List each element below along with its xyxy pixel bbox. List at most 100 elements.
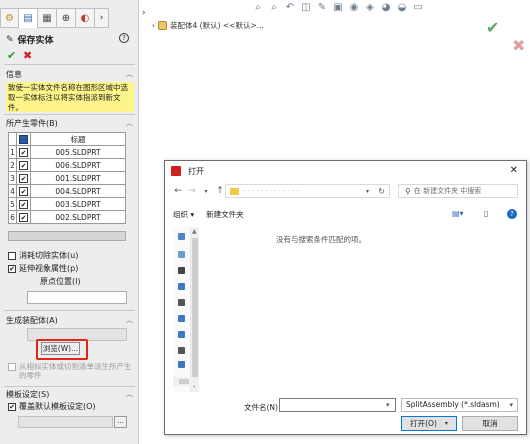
chevron-down-icon[interactable]: ▾ [199,188,213,195]
derive-checkbox [8,363,16,371]
dialog-cancel-button[interactable]: 取消 [462,416,518,431]
display-manager-icon[interactable]: ◐ [76,8,95,28]
pc-icon[interactable] [178,283,185,290]
propagate-option[interactable]: ✔ 延伸视象属性(p) [8,263,78,274]
template-path-field[interactable] [18,416,113,428]
configuration-manager-icon[interactable]: ▦ [38,8,57,28]
confirm-cancel-icon[interactable]: ✖ [512,36,525,55]
propagate-checkbox[interactable]: ✔ [8,264,16,273]
info-header-label: 信息 [6,69,22,79]
table-row[interactable]: 5 ✔ 003.SLDPRT [8,197,126,211]
search-input[interactable]: ⚲ 在 新建文件夹 中搜索 [398,184,518,198]
row-filename[interactable]: 001.SLDPRT [30,171,126,185]
scroll-thumb[interactable] [192,238,198,378]
origin-label: 原点位置(I) [40,277,81,286]
desktop-icon[interactable] [178,251,185,258]
chevron-down-icon[interactable]: ▾ [445,420,448,427]
row-filename[interactable]: 003.SLDPRT [30,197,126,211]
row-filename[interactable]: 006.SLDPRT [30,158,126,172]
template-section-header[interactable]: 模板设定(S) ︿ [6,388,133,400]
origin-field[interactable] [27,291,127,304]
monitor-icon[interactable]: ▭ [412,2,424,13]
drive-icon[interactable] [178,347,185,354]
previous-view-icon[interactable]: ↶ [284,2,296,13]
cancel-button[interactable]: ✖ [23,49,32,62]
override-template-checkbox[interactable]: ✔ [8,402,16,411]
row-checkbox[interactable]: ✔ [16,145,31,159]
info-section-header[interactable]: 信息 ︿ [6,68,133,80]
row-checkbox[interactable]: ✔ [16,158,31,172]
preview-pane-icon[interactable]: ▯ [484,209,488,218]
filename-dropdown-icon[interactable]: ▾ [386,401,390,409]
property-manager-icon[interactable]: ▤ [19,8,38,28]
new-folder-button[interactable]: 新建文件夹 [206,209,244,220]
row-checkbox[interactable]: ✔ [16,210,31,224]
table-row[interactable]: 6 ✔ 002.SLDPRT [8,210,126,224]
scroll-up-icon[interactable]: ▲ [192,228,197,235]
horizontal-scrollbar[interactable] [173,377,199,386]
address-bar[interactable]: · · · · · · · · · · · · · ▾ ↻ [225,184,390,198]
ok-button[interactable]: ✔ [7,49,16,62]
row-filename[interactable]: 005.SLDPRT [30,145,126,159]
consume-cut-option[interactable]: 消耗切除实体(u) [8,250,78,261]
row-checkbox[interactable]: ✔ [16,184,31,198]
bodies-section-header[interactable]: 所产生零件(B) ︿ [6,117,133,129]
browse-button[interactable]: 浏览(W)... [41,342,80,355]
close-icon[interactable]: ✕ [510,165,518,176]
back-icon[interactable]: ← [171,186,185,196]
drive-icon[interactable] [178,299,185,306]
dynamic-annotation-icon[interactable]: ✎ [316,2,328,13]
open-button[interactable]: 打开(O) ▾ [401,416,457,431]
scene-icon[interactable]: ◒ [396,2,408,13]
table-scrollbar[interactable] [8,231,126,241]
navigation-scrollbar[interactable]: ▲ ▼ [190,227,199,392]
folder-icon[interactable] [178,331,185,338]
folder-icon[interactable] [178,361,185,368]
table-row[interactable]: 2 ✔ 006.SLDPRT [8,158,126,172]
property-manager-panel: ⚙ ▤ ▦ ⊕ ◐ › ✎ 保存实体 ? ✔ ✖ 信息 ︿ 致使一实体文件名称在… [0,0,139,444]
organize-menu[interactable]: 组织 ▾ [173,209,194,220]
table-row[interactable]: 4 ✔ 004.SLDPRT [8,184,126,198]
template-browse-button[interactable]: ... [114,416,127,428]
display-style-icon[interactable]: ◉ [348,2,360,13]
row-filename[interactable]: 004.SLDPRT [30,184,126,198]
heads-up-toolbar: ⌕ ⌕ ↶ ◫ ✎ ▣ ◉ ◈ ◕ ◒ ▭ [252,2,424,13]
table-row[interactable]: 3 ✔ 001.SLDPRT [8,171,126,185]
view-orientation-icon[interactable]: ▣ [332,2,344,13]
address-dropdown-icon[interactable]: ▾ [366,188,369,195]
filename-input[interactable] [279,398,396,412]
filetype-select[interactable]: SplitAssembly (*.sldasm) ▾ [401,398,518,412]
open-label: 打开(O) [410,419,437,428]
consume-cut-checkbox[interactable] [8,251,16,260]
override-template-option[interactable]: ✔ 覆盖默认模板设定(O) [8,401,96,412]
empty-message: 没有与搜索条件匹配的项。 [276,235,366,244]
dimxpert-icon[interactable]: ⊕ [57,8,76,28]
confirm-ok-icon[interactable]: ✔ [486,18,499,37]
expand-arrow-icon[interactable]: › [142,8,146,18]
row-checkbox[interactable]: ✔ [16,171,31,185]
scroll-thumb[interactable] [179,379,189,384]
cloud-icon[interactable] [178,233,185,240]
help-icon[interactable]: ? [119,33,129,43]
forward-icon[interactable]: → [185,186,199,196]
zoom-area-icon[interactable]: ⌕ [268,2,280,13]
row-checkbox[interactable]: ✔ [16,197,31,211]
refresh-icon[interactable]: ↻ [378,187,385,196]
feature-manager-icon[interactable]: ⚙ [0,8,19,28]
section-view-icon[interactable]: ◫ [300,2,312,13]
row-filename[interactable]: 002.SLDPRT [30,210,126,224]
more-tabs-icon[interactable]: › [95,8,109,28]
table-header-select-icon[interactable] [16,132,31,146]
view-options-icon[interactable]: ▤▾ [452,209,464,218]
search-icon: ⚲ [405,186,411,196]
breadcrumb[interactable]: › 装配体4 (默认) <<默认>... [152,20,264,31]
dialog-titlebar[interactable]: 打开 ✕ [165,161,526,181]
table-row[interactable]: 1 ✔ 005.SLDPRT [8,145,126,159]
help-icon[interactable]: ? [507,209,517,219]
appearance-icon[interactable]: ◕ [380,2,392,13]
create-assembly-header[interactable]: 生成装配体(A) ︿ [6,314,133,326]
zoom-fit-icon[interactable]: ⌕ [252,2,264,13]
folder-icon[interactable] [178,315,185,322]
hide-show-icon[interactable]: ◈ [364,2,376,13]
drive-icon[interactable] [178,267,185,274]
